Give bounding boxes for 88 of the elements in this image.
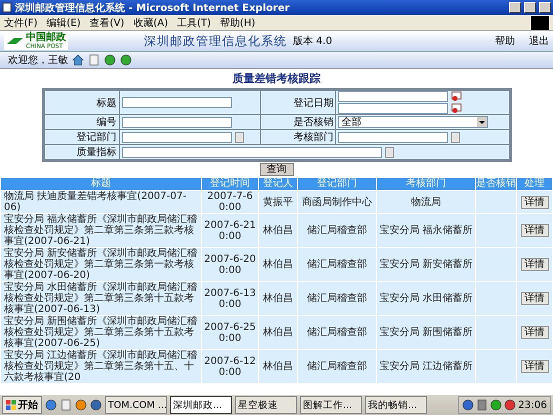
table-cell: 储汇局稽查部 [298, 248, 376, 281]
windows-logo-icon [6, 400, 16, 410]
header-link[interactable]: 退出 [529, 34, 549, 48]
maximize-button[interactable] [524, 2, 536, 13]
table-cell: 林伯昌 [259, 282, 297, 315]
logo-text: 中国邮政 [26, 32, 66, 42]
menu-item[interactable]: 工具(T) [177, 16, 211, 30]
taskbar-button[interactable]: TOM.COM ... [105, 396, 167, 414]
details-button[interactable]: 详情 [520, 196, 548, 208]
table-cell: 林伯昌 [259, 248, 297, 281]
table-cell: 宝安分局 新围储蓄所《深圳市邮政局储汇稽核检查处罚规定》第二章第三条第十五款考核事宜(2007-06-25) [1, 316, 201, 349]
table-cell: 宝安分局 江边储蓄所 [377, 350, 475, 383]
details-button[interactable]: 详情 [520, 326, 548, 339]
table-cell: 2007-6-25 0:00 [202, 316, 258, 349]
minimize-button[interactable] [509, 2, 521, 13]
menu-item[interactable]: 帮助(H) [220, 16, 256, 30]
text-field[interactable] [122, 97, 232, 108]
table-cell: 2007-6-12 0:00 [202, 350, 258, 383]
table-cell: 2007-6-20 0:00 [202, 248, 258, 281]
home-icon[interactable] [72, 54, 84, 66]
text-field[interactable] [338, 132, 448, 142]
header-link[interactable]: 帮助 [495, 34, 515, 48]
details-button[interactable]: 详情 [520, 360, 548, 373]
table-cell: 宝安分局 水田储蓄所 [377, 282, 475, 315]
table-cell: 2007-6-13 0:00 [202, 282, 258, 315]
table-cell: 商函局制作中心 [298, 191, 376, 213]
table-cell: 物流局 扶迪质量差错考核事宜(2007-07-06) [1, 191, 201, 213]
taskbar-button[interactable]: 图解工作... [300, 396, 362, 414]
field-label: 考核部门 [260, 130, 336, 144]
circle-icon[interactable] [490, 399, 502, 411]
table-cell: 储汇局稽查部 [298, 350, 376, 383]
taskbar-button[interactable]: 深圳邮政... [170, 396, 232, 414]
table-cell: 宝安分局 福永储蓄所 [377, 214, 475, 247]
page-icon[interactable] [88, 54, 100, 66]
version-label: 版本 4.0 [293, 34, 332, 48]
table-cell: 黄振平 [259, 191, 297, 213]
clock: 23:06 [518, 400, 547, 410]
menu-item[interactable]: 收藏(A) [133, 16, 168, 30]
menu-item[interactable]: 编辑(E) [46, 16, 81, 30]
calendar-icon[interactable] [451, 103, 462, 114]
start-button[interactable]: 开始 [2, 396, 42, 414]
details-button[interactable]: 详情 [520, 258, 548, 271]
close-button[interactable] [539, 2, 551, 13]
table-cell: 宝安分局 水田储蓄所《深圳市邮政局储汇稽核检查处罚规定》第二章第三条第十五款考核事宜(2007-06-13) [1, 282, 201, 315]
details-button[interactable]: 详情 [520, 292, 548, 305]
table-cell: 宝安分局 新围储蓄所 [377, 316, 475, 349]
table-cell: 物流局 [377, 191, 475, 213]
menu-item[interactable]: 文件(F) [4, 16, 38, 30]
select-field[interactable]: 全部 [338, 116, 488, 128]
table-cell: 2007-7-6 0:00 [202, 191, 258, 213]
text-field[interactable] [122, 132, 232, 142]
table-cell: 储汇局稽查部 [298, 214, 376, 247]
window-icon[interactable] [60, 399, 72, 411]
taskbar-button[interactable]: 星空极速 [235, 396, 297, 414]
query-button[interactable]: 查询 [260, 163, 294, 176]
field-label: 标题 [43, 90, 119, 114]
circle-icon[interactable] [504, 399, 516, 411]
table-cell: 储汇局稽查部 [298, 316, 376, 349]
table-cell: 宝安分局 江边储蓄所《深圳市邮政局储汇稽核检查处罚规定》第二章第三条第十五、十六款考核事宜(20 [1, 350, 201, 383]
table-cell: 2007-6-21 0:00 [202, 214, 258, 247]
table-cell: 林伯昌 [259, 350, 297, 383]
field-label: 登记日期 [260, 90, 336, 114]
field-label: 编号 [43, 114, 119, 130]
taskbar-button[interactable]: 我的畅销... [365, 396, 427, 414]
table-cell: 林伯昌 [259, 214, 297, 247]
window-title: 深圳邮政管理信息化系统 - Microsoft Internet Explorer [15, 2, 291, 14]
page-title: 质量差错考核跟踪 [232, 71, 320, 86]
calendar-icon[interactable] [451, 91, 462, 102]
circle-icon[interactable] [120, 54, 132, 66]
circle-icon[interactable] [104, 54, 116, 66]
circle-icon[interactable] [75, 399, 87, 411]
menu-item[interactable]: 查看(V) [90, 16, 124, 30]
text-field[interactable] [122, 116, 232, 128]
logo-icon [6, 36, 24, 46]
table-cell: 宝安分局 新安储蓄所《深圳市邮政局储汇稽核检查处罚规定》第二章第三条第一款考核事宜(2007-06-20) [1, 248, 201, 281]
table-cell: 储汇局稽查部 [298, 282, 376, 315]
field-label: 登记部门 [43, 130, 119, 144]
date-field[interactable] [338, 103, 448, 114]
welcome-text: 欢迎您，王敏 [8, 54, 68, 67]
table-cell: 宝安分局 新安储蓄所 [377, 248, 475, 281]
details-button[interactable]: 详情 [520, 224, 548, 237]
table-cell: 林伯昌 [259, 316, 297, 349]
system-title: 深圳邮政管理信息化系统 [144, 32, 287, 50]
date-field[interactable] [338, 91, 448, 102]
table-cell: 宝安分局 福永储蓄所《深圳市邮政局储汇稽核检查处罚规定》第二章第三条第三款考核事宜(2007-06-21) [1, 214, 201, 247]
text-field[interactable] [122, 146, 382, 158]
circle-icon[interactable] [90, 399, 102, 411]
field-label: 是否核销 [260, 114, 336, 130]
